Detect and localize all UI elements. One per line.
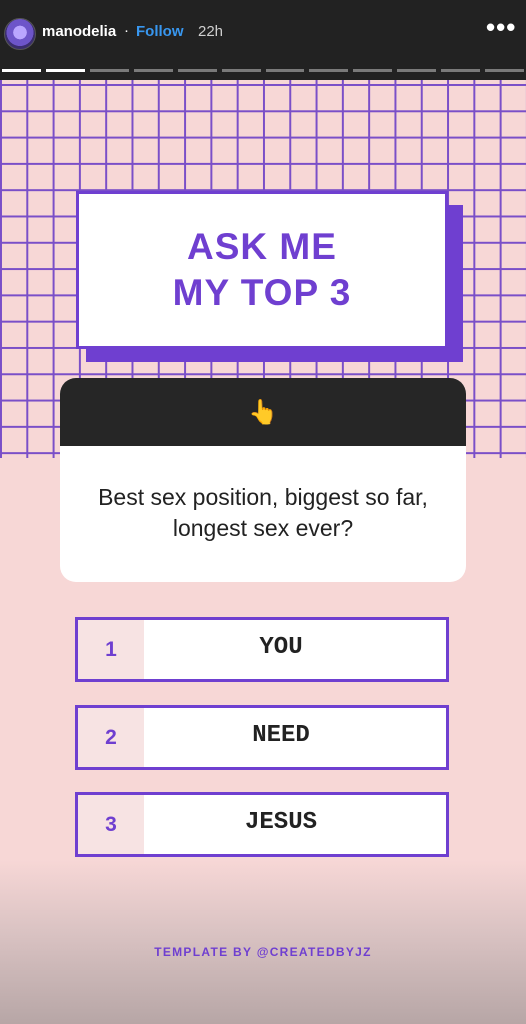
progress-segment (45, 69, 85, 72)
title-card: ASK ME MY TOP 3 (76, 191, 448, 349)
progress-segment (397, 69, 437, 72)
answer-row-1: 1 YOU (75, 617, 449, 682)
answer-label: YOU (259, 634, 303, 661)
answer-row-3: 3 JESUS (75, 792, 449, 857)
username[interactable]: manodelia (42, 23, 116, 40)
separator-dot: · (124, 22, 129, 39)
progress-segment (177, 69, 217, 72)
progress-segment (265, 69, 305, 72)
story-progress-bar (0, 69, 526, 72)
story-title: ASK ME MY TOP 3 (173, 224, 352, 316)
more-options-icon[interactable]: ••• (486, 14, 516, 44)
answer-number: 3 (78, 795, 144, 854)
progress-segment (89, 69, 129, 72)
progress-segment (133, 69, 173, 72)
progress-segment (353, 69, 393, 72)
answer-label: NEED (252, 722, 310, 749)
question-sticker-header: 👆 (60, 378, 466, 446)
pointing-finger-icon: 👆 (248, 398, 278, 426)
progress-segment (441, 69, 481, 72)
question-text: Best sex position, biggest so far, longe… (98, 484, 428, 541)
progress-segment (2, 69, 41, 72)
timestamp: 22h (198, 23, 224, 40)
template-credit: TEMPLATE BY @CREATEDBYJZ (154, 945, 372, 959)
question-sticker[interactable]: 👆 Best sex position, biggest so far, lon… (60, 378, 466, 582)
answer-number: 1 (78, 620, 144, 679)
title-line-1: ASK ME (187, 226, 337, 267)
story-header: manodelia · Follow 22h ••• (0, 0, 526, 80)
progress-segment (309, 69, 349, 72)
avatar[interactable] (4, 18, 36, 50)
follow-button[interactable]: Follow (136, 23, 184, 40)
progress-segment (221, 69, 261, 72)
bottom-gradient (0, 860, 526, 1024)
answer-row-2: 2 NEED (75, 705, 449, 770)
answer-label: JESUS (244, 809, 317, 836)
title-line-2: MY TOP 3 (172, 272, 352, 313)
progress-segment (485, 69, 525, 72)
answer-number: 2 (78, 708, 144, 767)
